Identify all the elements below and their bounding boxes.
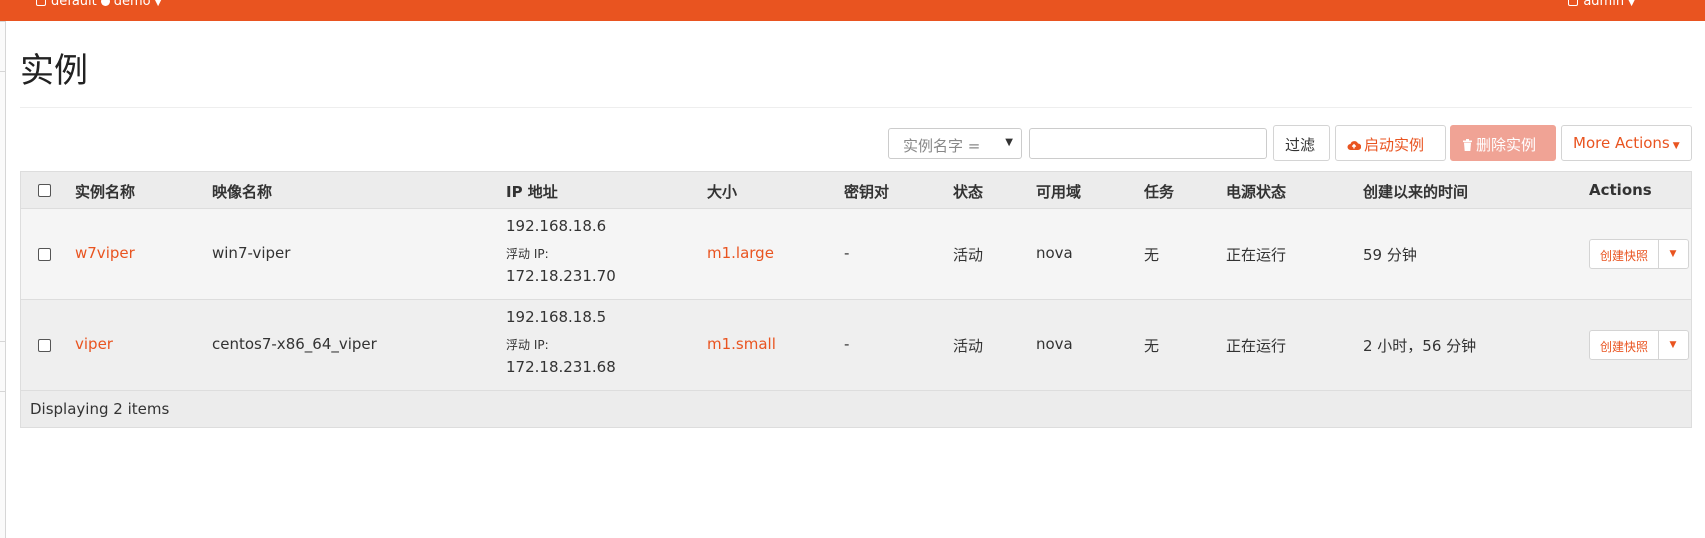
filter-button-label: 过滤 — [1285, 136, 1316, 154]
instance-name-link[interactable]: viper — [75, 335, 113, 353]
table-header: 实例名称 映像名称 IP 地址 大小 密钥对 状态 可用域 任务 电源状态 创建… — [21, 172, 1691, 209]
age-value: 2 小时，56 分钟 — [1363, 337, 1477, 355]
top-navbar: default demo ▼ admin ▼ — [0, 0, 1705, 21]
row-checkbox[interactable] — [38, 248, 51, 261]
create-snapshot-button[interactable]: 创建快照 — [1590, 331, 1659, 359]
create-snapshot-button[interactable]: 创建快照 — [1590, 240, 1659, 268]
image-name: centos7-x86_64_viper — [212, 335, 377, 353]
power-state-value: 正在运行 — [1226, 337, 1287, 355]
column-header-task[interactable]: 任务 — [1144, 181, 1174, 202]
row-actions-dropdown[interactable]: ▼ — [1658, 331, 1688, 359]
column-header-image[interactable]: 映像名称 — [212, 181, 272, 202]
column-header-age[interactable]: 创建以来的时间 — [1363, 181, 1468, 202]
row-checkbox[interactable] — [38, 339, 51, 352]
user-menu[interactable]: admin ▼ — [1568, 0, 1635, 9]
keypair-value: - — [844, 244, 850, 262]
task-value: 无 — [1144, 337, 1160, 355]
delete-instances-label: 删除实例 — [1476, 136, 1537, 154]
column-header-ip[interactable]: IP 地址 — [506, 181, 558, 202]
caret-down-icon: ▼ — [1669, 340, 1677, 350]
project-icon — [36, 0, 46, 6]
create-snapshot-button-group: 创建快照 ▼ — [1589, 239, 1689, 269]
globe-dot-icon — [100, 0, 110, 6]
column-header-status[interactable]: 状态 — [953, 181, 983, 202]
instance-name-link[interactable]: w7viper — [75, 244, 135, 262]
status-value: 活动 — [953, 337, 984, 355]
chevron-down-icon: ▼ — [1005, 137, 1013, 148]
divider — [0, 341, 6, 342]
user-icon — [1568, 0, 1579, 6]
fixed-ip: 192.168.18.5 — [506, 308, 607, 326]
project-domain: default — [51, 0, 97, 9]
fixed-ip: 192.168.18.6 — [506, 217, 607, 235]
divider — [20, 107, 1692, 108]
keypair-value: - — [844, 335, 850, 353]
column-header-zone[interactable]: 可用域 — [1036, 181, 1081, 202]
project-name: demo — [113, 0, 151, 9]
row-actions-dropdown[interactable]: ▼ — [1658, 240, 1688, 268]
flavor-link[interactable]: m1.small — [707, 335, 776, 353]
delete-instances-button[interactable]: 删除实例 — [1450, 125, 1556, 161]
column-header-actions: Actions — [1589, 181, 1652, 199]
column-header-keypair[interactable]: 密钥对 — [844, 181, 889, 202]
task-value: 无 — [1144, 246, 1160, 264]
caret-down-icon: ▼ — [1672, 141, 1680, 151]
create-snapshot-button-group: 创建快照 ▼ — [1589, 330, 1689, 360]
user-name: admin — [1583, 0, 1625, 9]
filter-button[interactable]: 过滤 — [1273, 125, 1330, 161]
divider — [0, 391, 6, 392]
more-actions-label: More Actions — [1573, 134, 1670, 152]
cloud-upload-icon — [1347, 141, 1362, 150]
page-title: 实例 — [20, 51, 88, 91]
sidebar-edge — [0, 21, 6, 538]
item-count: Displaying 2 items — [30, 400, 170, 418]
floating-ip: 172.18.231.70 — [506, 267, 616, 285]
trash-icon — [1463, 139, 1472, 151]
image-name: win7-viper — [212, 244, 291, 262]
project-selector[interactable]: default demo ▼ — [36, 0, 162, 9]
floating-ip-label: 浮动 IP: — [506, 247, 549, 261]
caret-down-icon: ▼ — [1669, 249, 1677, 259]
launch-instance-button[interactable]: 启动实例 — [1335, 125, 1446, 161]
zone-value: nova — [1036, 244, 1073, 262]
divider — [0, 71, 6, 72]
launch-instance-label: 启动实例 — [1364, 136, 1425, 154]
power-state-value: 正在运行 — [1226, 246, 1287, 264]
column-header-size[interactable]: 大小 — [707, 181, 737, 202]
chevron-down-icon: ▼ — [154, 0, 162, 8]
chevron-down-icon: ▼ — [1628, 0, 1635, 8]
floating-ip: 172.18.231.68 — [506, 358, 616, 376]
filter-input[interactable] — [1029, 128, 1267, 159]
age-value: 59 分钟 — [1363, 246, 1417, 264]
column-header-power[interactable]: 电源状态 — [1226, 181, 1286, 202]
table-row: viper centos7-x86_64_viper 192.168.18.5 … — [21, 300, 1691, 391]
select-all-checkbox[interactable] — [38, 184, 51, 197]
floating-ip-label: 浮动 IP: — [506, 338, 549, 352]
status-value: 活动 — [953, 246, 984, 264]
instances-table: 实例名称 映像名称 IP 地址 大小 密钥对 状态 可用域 任务 电源状态 创建… — [20, 171, 1692, 428]
table-row: w7viper win7-viper 192.168.18.6 浮动 IP: 1… — [21, 209, 1691, 300]
filter-field-select[interactable]: 实例名字 = ▼ — [888, 128, 1022, 159]
divider — [0, 21, 6, 22]
more-actions-button[interactable]: More Actions ▼ — [1561, 125, 1692, 161]
column-header-name[interactable]: 实例名称 — [75, 181, 135, 202]
flavor-link[interactable]: m1.large — [707, 244, 774, 262]
filter-field-label: 实例名字 = — [903, 137, 981, 155]
table-footer: Displaying 2 items — [21, 391, 1691, 427]
zone-value: nova — [1036, 335, 1073, 353]
